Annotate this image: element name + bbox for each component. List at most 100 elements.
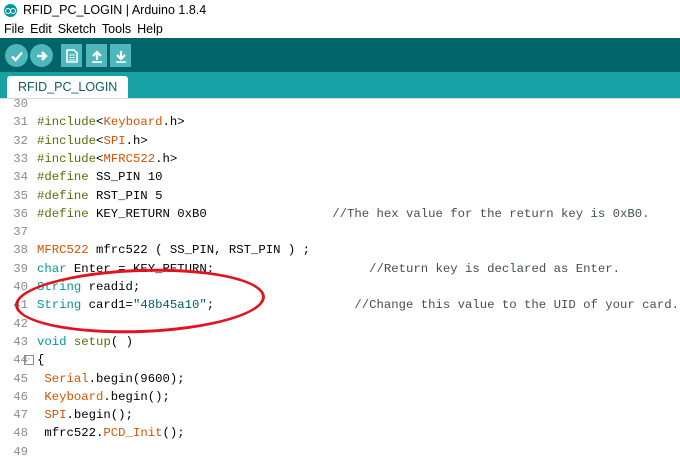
line-number: 35: [13, 188, 28, 203]
verify-button[interactable]: [5, 44, 28, 67]
menu-edit[interactable]: Edit: [30, 22, 52, 36]
code-line: 38 MFRC522 mfrc522 ( SS_PIN, RST_PIN ) ;: [0, 241, 680, 259]
code-text: #include<MFRC522.h>: [37, 150, 177, 168]
code-token: .h>: [125, 133, 148, 148]
code-text: Keyboard.begin();: [37, 388, 170, 406]
code-token: PCD_Init: [103, 426, 163, 441]
code-text: #define KEY_RETURN 0xB0 //The hex value …: [37, 205, 650, 223]
line-number: 40: [13, 280, 28, 294]
new-button[interactable]: [61, 44, 82, 67]
checkmark-icon: [10, 51, 23, 62]
line-number: 31: [13, 115, 28, 130]
code-token: .begin();: [66, 408, 133, 423]
line-number: 33: [13, 151, 28, 166]
code-token: //Return key is declared as Enter.: [369, 261, 620, 276]
code-text: char Enter = KEY_RETURN; //Return key is…: [37, 260, 620, 278]
code-token: String: [37, 280, 82, 294]
save-button[interactable]: [110, 44, 131, 67]
code-token: readid;: [81, 280, 141, 294]
code-line: 49: [0, 443, 680, 461]
code-token: ;: [206, 298, 355, 313]
code-line: 31 #include<Keyboard.h>: [0, 113, 680, 131]
code-token: #define: [37, 206, 89, 221]
code-text: MFRC522 mfrc522 ( SS_PIN, RST_PIN ) ;: [37, 241, 310, 259]
line-number: 46: [13, 389, 28, 404]
code-token: #include: [37, 133, 97, 148]
menu-sketch[interactable]: Sketch: [58, 22, 96, 36]
code-token: Enter = KEY_RETURN;: [66, 261, 370, 276]
line-number: 48: [13, 426, 28, 441]
line-number: 36: [13, 206, 28, 221]
code-text: #define SS_PIN 10: [37, 168, 162, 186]
code-token: setup: [73, 334, 111, 349]
code-line: 48 mfrc522.PCD_Init();: [0, 424, 680, 442]
menu-tools[interactable]: Tools: [102, 22, 131, 36]
line-number: 43: [13, 334, 28, 349]
line-number: 45: [13, 371, 28, 386]
code-token: void: [37, 334, 67, 349]
code-token: .h>: [162, 115, 185, 130]
code-line: 45 Serial.begin(9600);: [0, 370, 680, 388]
code-text: #include<Keyboard.h>: [37, 113, 185, 131]
code-token: //Change this value to the UID of your c…: [354, 298, 680, 313]
code-token: Keyboard: [37, 389, 104, 404]
code-line: 37: [0, 223, 680, 241]
code-token: ( ): [110, 334, 133, 349]
code-text: #define RST_PIN 5: [37, 187, 162, 205]
code-token: .h>: [155, 151, 178, 166]
code-token: char: [37, 261, 67, 276]
menu-file[interactable]: File: [4, 22, 24, 36]
upload-button[interactable]: [30, 44, 53, 67]
code-token: SPI: [103, 133, 126, 148]
arrow-up-icon: [91, 49, 102, 63]
open-button[interactable]: [86, 44, 107, 67]
code-line: 46 Keyboard.begin();: [0, 388, 680, 406]
code-token: RST_PIN 5: [88, 188, 163, 203]
window-titlebar: RFID_PC_LOGIN | Arduino 1.8.4: [0, 0, 680, 20]
line-number: 34: [13, 170, 28, 185]
line-number: 49: [13, 444, 28, 459]
code-token: MFRC522: [103, 151, 156, 166]
menu-help[interactable]: Help: [137, 22, 163, 36]
code-token: ();: [162, 426, 185, 441]
code-line: 30: [0, 95, 680, 113]
code-token: KEY_RETURN 0xB0: [88, 206, 333, 221]
window-title: RFID_PC_LOGIN | Arduino 1.8.4: [23, 3, 207, 17]
code-text: #include<SPI.h>: [37, 132, 148, 150]
code-line: 42: [0, 315, 680, 333]
code-token: .begin();: [103, 389, 170, 404]
line-number: 37: [13, 225, 28, 240]
code-text: void setup( ): [37, 333, 133, 351]
fold-toggle-icon[interactable]: -: [24, 355, 34, 366]
code-token: card1=: [81, 298, 133, 313]
code-line: 32 #include<SPI.h>: [0, 132, 680, 150]
code-token: #define: [37, 188, 89, 203]
code-text: {: [37, 351, 44, 369]
code-line: 36 #define KEY_RETURN 0xB0 //The hex valu…: [0, 205, 680, 223]
code-token: Keyboard: [103, 115, 163, 130]
code-line: 34 #define SS_PIN 10: [0, 168, 680, 186]
code-token: "48b45a10": [132, 298, 207, 313]
line-number: 39: [13, 261, 28, 276]
code-token: SPI: [37, 408, 67, 423]
line-number: 32: [13, 133, 28, 148]
code-token: //The hex value for the return key is 0x…: [332, 206, 650, 221]
arduino-logo-icon: [4, 3, 17, 17]
code-token: #define: [37, 170, 89, 185]
code-line: 47 SPI.begin();: [0, 406, 680, 424]
code-token: SS_PIN 10: [88, 170, 163, 185]
code-line: 43 void setup( ): [0, 333, 680, 351]
code-text: SPI.begin();: [37, 406, 133, 424]
code-token: mfrc522 ( SS_PIN, RST_PIN ) ;: [88, 243, 311, 258]
toolbar: [0, 38, 680, 72]
line-number: 42: [13, 316, 28, 331]
menu-bar: File Edit Sketch Tools Help: [0, 20, 680, 38]
code-line: 35 #define RST_PIN 5: [0, 187, 680, 205]
line-number: 30: [13, 97, 28, 111]
code-editor[interactable]: 30 31 #include<Keyboard.h> 32 #include<SPI.h…: [0, 95, 680, 459]
code-token: #include: [37, 151, 97, 166]
code-line: 39 char Enter = KEY_RETURN; //Return key …: [0, 260, 680, 278]
code-line: 44-{: [0, 351, 680, 369]
line-number: 38: [13, 243, 28, 258]
